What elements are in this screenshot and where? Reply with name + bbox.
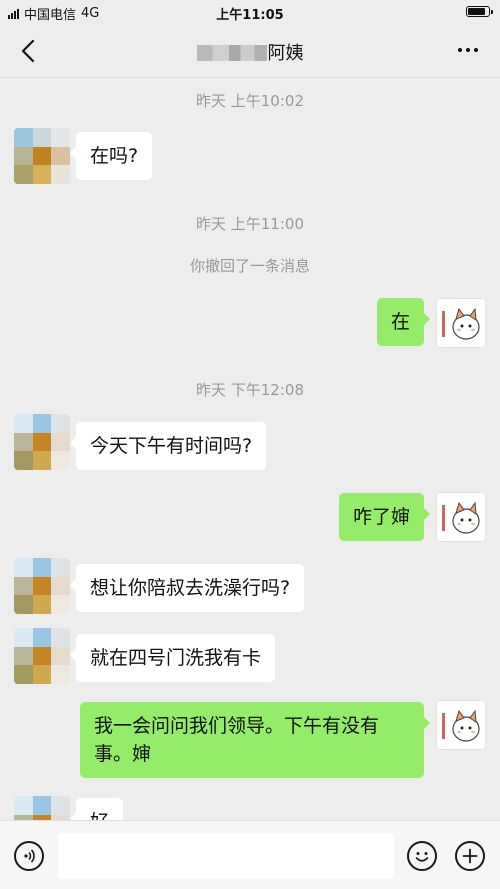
message-bubble-incoming[interactable]: 今天下午有时间吗?: [69, 422, 267, 470]
nav-bar: 阿姨: [0, 24, 500, 78]
cartoon-avatar-icon: [442, 307, 480, 340]
message-bubble-incoming[interactable]: 就在四号门洗我有卡: [69, 634, 276, 682]
message-bubble-incoming[interactable]: 想让你陪叔去洗澡行吗?: [69, 564, 305, 612]
timestamp: 昨天 上午10:02: [196, 92, 304, 110]
message-bubble-outgoing[interactable]: 咋了婶: [338, 493, 431, 541]
contact-avatar[interactable]: [14, 796, 70, 820]
recall-notice: 你撤回了一条消息: [189, 257, 310, 275]
contact-avatar[interactable]: [14, 414, 70, 470]
voice-icon[interactable]: [14, 841, 44, 871]
chat-title-text: 阿姨: [267, 43, 304, 64]
status-bar: 中国电信 4G 上午11:05: [0, 0, 500, 24]
contact-avatar[interactable]: [14, 128, 70, 184]
battery-icon: [466, 6, 493, 17]
message-bubble-incoming[interactable]: 在吗?: [69, 132, 153, 180]
message-input[interactable]: [58, 833, 394, 879]
cartoon-avatar-icon: [442, 709, 480, 742]
contact-avatar[interactable]: [14, 558, 70, 614]
cartoon-avatar-icon: [442, 501, 480, 534]
chat-area[interactable]: 昨天 上午10:02 在吗? 昨天 上午11:00 你撤回了一条消息 在 昨天 …: [0, 78, 500, 820]
timestamp: 昨天 上午11:00: [196, 215, 304, 233]
add-icon[interactable]: [455, 841, 485, 871]
my-avatar[interactable]: [436, 492, 486, 542]
message-bubble-incoming[interactable]: 好: [69, 798, 124, 820]
message-bubble-outgoing[interactable]: 在: [376, 298, 431, 346]
status-time: 上午11:05: [216, 8, 284, 23]
contact-avatar[interactable]: [14, 628, 70, 684]
emoji-icon[interactable]: [407, 841, 437, 871]
timestamp: 昨天 下午12:08: [196, 381, 304, 399]
my-avatar[interactable]: [436, 298, 486, 348]
my-avatar[interactable]: [436, 700, 486, 750]
input-bar: [0, 820, 500, 889]
battery-fill: [468, 8, 485, 15]
blurred-name: [196, 45, 267, 61]
message-bubble-outgoing[interactable]: 我一会问问我们领导。下午有没有事。婶: [80, 702, 430, 778]
chat-title: 阿姨: [0, 39, 500, 65]
more-options-icon[interactable]: [458, 48, 478, 52]
